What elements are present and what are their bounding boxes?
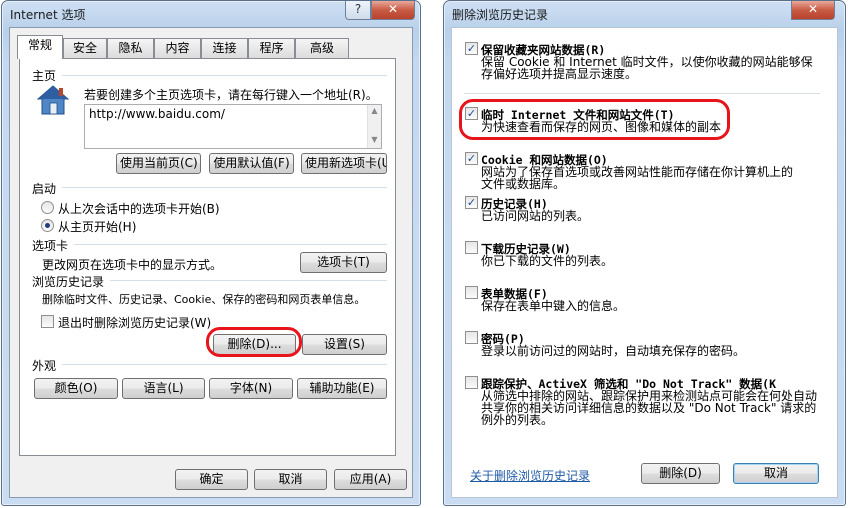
tracking-protection-desc-line3: 例外的列表。 bbox=[481, 413, 554, 427]
delete-confirm-button[interactable]: 删除(D) bbox=[641, 463, 720, 484]
delete-window-title: 删除浏览历史记录 bbox=[452, 8, 549, 22]
apply-button[interactable]: 应用(A) bbox=[334, 469, 407, 490]
history-desc: 已访问网站的列表。 bbox=[481, 209, 590, 223]
homepage-url-text: http://www.baidu.com/ bbox=[89, 107, 225, 121]
close-button[interactable]: ✕ bbox=[371, 1, 415, 20]
delete-on-exit-label[interactable]: 退出时删除浏览历史记录(W) bbox=[58, 314, 211, 331]
home-icon bbox=[36, 85, 70, 115]
tab-general[interactable]: 常规 bbox=[17, 35, 63, 59]
delete-history-button[interactable]: 删除(D)... bbox=[213, 334, 296, 355]
tab-connections[interactable]: 连接 bbox=[201, 38, 248, 58]
passwords-desc: 登录以前访问过的网站时，自动填充保存的密码。 bbox=[481, 344, 746, 358]
tab-programs[interactable]: 程序 bbox=[248, 38, 295, 58]
use-new-tab-button[interactable]: 使用新选项卡(U) bbox=[301, 153, 387, 174]
startup-heading: 启动 bbox=[32, 182, 57, 196]
item-separator bbox=[464, 93, 820, 94]
history-settings-button[interactable]: 设置(S) bbox=[302, 334, 387, 355]
preserve-favorites-desc-line2: 存偏好选项并提高显示速度。 bbox=[481, 67, 638, 81]
download-history-checkbox[interactable] bbox=[465, 241, 478, 254]
tab-privacy[interactable]: 隐私 bbox=[107, 38, 154, 58]
homepage-separator bbox=[62, 75, 387, 76]
delete-close-button[interactable]: ✕ bbox=[791, 1, 835, 20]
tab-content[interactable]: 内容 bbox=[154, 38, 201, 58]
radio-homepage-label[interactable]: 从主页开始(H) bbox=[58, 218, 136, 235]
cookies-checkbox[interactable]: ✓ bbox=[465, 152, 478, 165]
tabs-description: 更改网页在选项卡中的显示方式。 bbox=[42, 258, 223, 272]
temp-files-checkbox[interactable]: ✓ bbox=[465, 107, 478, 120]
scroll-up-icon[interactable]: ▲ bbox=[368, 106, 381, 115]
tabs-separator bbox=[74, 244, 387, 245]
preserve-favorites-checkbox[interactable]: ✓ bbox=[465, 42, 478, 55]
homepage-scrollbar[interactable]: ▲ ▼ bbox=[367, 105, 381, 148]
use-default-button[interactable]: 使用默认值(F) bbox=[209, 153, 294, 174]
colors-button[interactable]: 颜色(O) bbox=[34, 378, 118, 399]
ok-button[interactable]: 确定 bbox=[175, 469, 248, 490]
homepage-heading: 主页 bbox=[32, 69, 57, 83]
use-current-button[interactable]: 使用当前页(C) bbox=[116, 153, 201, 174]
help-button[interactable]: ? bbox=[345, 1, 371, 20]
temp-files-desc: 为快速查看而保存的网页、图像和媒体的副本 bbox=[481, 120, 722, 134]
appearance-heading: 外观 bbox=[32, 359, 57, 373]
delete-on-exit-checkbox[interactable] bbox=[41, 315, 54, 328]
form-data-desc: 保存在表单中键入的信息。 bbox=[481, 299, 626, 313]
download-history-desc: 你已下载的文件的列表。 bbox=[481, 254, 614, 268]
radio-homepage[interactable] bbox=[41, 219, 54, 232]
fonts-button[interactable]: 字体(N) bbox=[209, 378, 293, 399]
accessibility-button[interactable]: 辅助功能(E) bbox=[297, 378, 387, 399]
scroll-down-icon[interactable]: ▼ bbox=[368, 135, 381, 144]
history-heading: 浏览历史记录 bbox=[32, 275, 105, 289]
tabs-settings-button[interactable]: 选项卡(T) bbox=[300, 252, 387, 273]
radio-last-session[interactable] bbox=[41, 201, 54, 214]
cookies-desc-line2: 文件或数据库。 bbox=[481, 177, 566, 191]
form-data-checkbox[interactable] bbox=[465, 286, 478, 299]
languages-button[interactable]: 语言(L) bbox=[122, 378, 205, 399]
history-description: 删除临时文件、历史记录、Cookie、保存的密码和网页表单信息。 bbox=[42, 293, 366, 306]
about-deleting-history-link[interactable]: 关于删除浏览历史记录 bbox=[470, 467, 590, 484]
tracking-protection-checkbox[interactable] bbox=[465, 376, 478, 389]
homepage-url-textarea[interactable]: http://www.baidu.com/ ▲ ▼ bbox=[84, 104, 382, 149]
passwords-checkbox[interactable] bbox=[465, 331, 478, 344]
history-checkbox[interactable]: ✓ bbox=[465, 196, 478, 209]
history-separator bbox=[110, 280, 387, 281]
cancel-button[interactable]: 取消 bbox=[254, 469, 327, 490]
delete-cancel-button[interactable]: 取消 bbox=[733, 463, 819, 484]
tab-security[interactable]: 安全 bbox=[63, 38, 107, 58]
tabs-heading: 选项卡 bbox=[32, 239, 69, 253]
startup-separator bbox=[62, 187, 387, 188]
homepage-description: 若要创建多个主页选项卡，请在每行键入一个地址(R)。 bbox=[84, 88, 378, 102]
window-title: Internet 选项 bbox=[10, 8, 86, 22]
tab-advanced[interactable]: 高级 bbox=[295, 38, 349, 58]
radio-last-session-label[interactable]: 从上次会话中的选项卡开始(B) bbox=[58, 200, 220, 217]
appearance-separator bbox=[62, 364, 387, 365]
